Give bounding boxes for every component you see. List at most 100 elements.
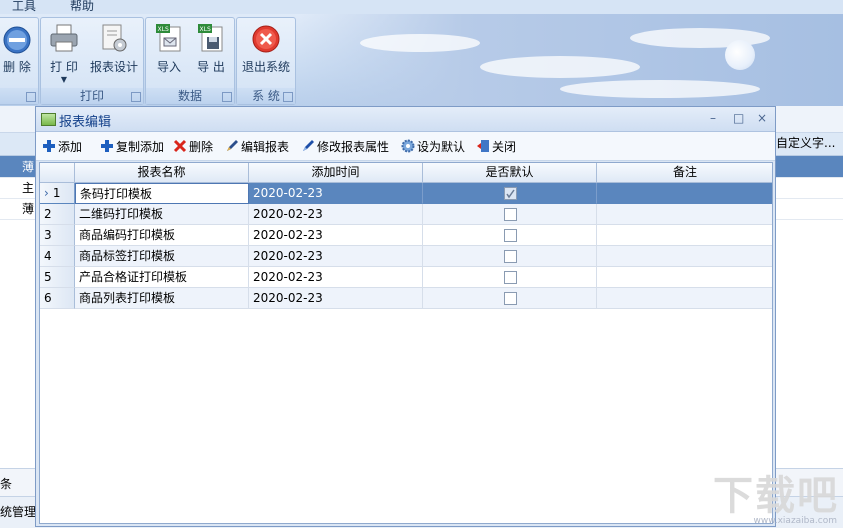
import-button[interactable]: XLS 导入 xyxy=(150,22,188,75)
add-time-cell[interactable]: 2020-02-23 xyxy=(249,246,423,267)
watermark-url: www.xiazaiba.com xyxy=(753,516,837,526)
table-row[interactable]: 4 商品标签打印模板 2020-02-23 xyxy=(40,246,772,267)
set-default-button[interactable]: 设为默认 xyxy=(401,138,465,156)
pen-blue-icon xyxy=(301,139,315,153)
ribbon-group-label: 数据 xyxy=(146,88,234,104)
default-checkbox[interactable] xyxy=(504,292,517,305)
table-row[interactable]: 6 商品列表打印模板 2020-02-23 xyxy=(40,288,772,309)
minus-circle-icon xyxy=(2,22,32,54)
dialog-toolbar: 添加 复制添加 删除 编辑报表 修改报表属性 设为默认 关闭 xyxy=(36,132,775,161)
note-cell[interactable] xyxy=(597,183,772,204)
report-design-button[interactable]: 报表设计 xyxy=(88,22,140,75)
close-icon[interactable]: × xyxy=(757,111,767,125)
dialog-title: 报表编辑 xyxy=(59,115,112,130)
table-row[interactable]: 5 产品合格证打印模板 2020-02-23 xyxy=(40,267,772,288)
table-row[interactable]: › 1 条码打印模板 2020-02-23 xyxy=(40,183,772,204)
plus-icon xyxy=(42,139,56,153)
default-checkbox[interactable] xyxy=(504,229,517,242)
dropdown-arrow-icon: ▼ xyxy=(60,75,68,84)
dialog-titlebar[interactable]: 报表编辑 – □ × xyxy=(36,107,775,132)
door-exit-icon xyxy=(476,139,490,153)
group-launcher[interactable] xyxy=(222,92,232,102)
ribbon-group-system: 退出系统 系 统 xyxy=(236,17,296,105)
table-row[interactable]: 3 商品编码打印模板 2020-02-23 xyxy=(40,225,772,246)
gear-icon xyxy=(401,139,415,153)
report-design-icon xyxy=(99,22,129,54)
close-button[interactable]: 关闭 xyxy=(476,138,516,156)
is-default-cell[interactable] xyxy=(423,267,597,288)
default-checkbox[interactable] xyxy=(504,250,517,263)
svg-text:XLS: XLS xyxy=(200,26,211,33)
note-cell[interactable] xyxy=(597,204,772,225)
add-time-cell[interactable]: 2020-02-23 xyxy=(249,204,423,225)
add-time-cell[interactable]: 2020-02-23 xyxy=(249,288,423,309)
is-default-cell[interactable] xyxy=(423,183,597,204)
report-name-cell[interactable]: 商品标签打印模板 xyxy=(75,246,249,267)
row-number-cell[interactable]: 5 xyxy=(40,267,75,288)
delete-x-icon xyxy=(173,139,187,153)
add-time-cell[interactable]: 2020-02-23 xyxy=(249,267,423,288)
default-checkbox[interactable] xyxy=(504,271,517,284)
add-button[interactable]: 添加 xyxy=(42,138,82,156)
row-indicator-header xyxy=(40,163,75,183)
column-header-report-name[interactable]: 报表名称 xyxy=(75,163,249,183)
row-number-cell[interactable]: 3 xyxy=(40,225,75,246)
delete-button[interactable]: 删除 xyxy=(173,138,213,156)
copy-add-button[interactable]: 复制添加 xyxy=(100,138,164,156)
print-button[interactable]: 打 印 ▼ xyxy=(45,22,83,84)
report-name-cell[interactable]: 商品列表打印模板 xyxy=(75,288,249,309)
row-number-cell[interactable]: 6 xyxy=(40,288,75,309)
default-checkbox-checked[interactable] xyxy=(504,187,517,200)
row-number-cell[interactable]: 4 xyxy=(40,246,75,267)
note-cell[interactable] xyxy=(597,225,772,246)
column-header-is-default[interactable]: 是否默认 xyxy=(423,163,597,183)
xls-import-icon: XLS xyxy=(154,22,184,54)
modify-report-properties-button[interactable]: 修改报表属性 xyxy=(301,138,389,156)
add-time-cell[interactable]: 2020-02-23 xyxy=(249,225,423,246)
pen-icon xyxy=(225,139,239,153)
report-name-cell[interactable]: 产品合格证打印模板 xyxy=(75,267,249,288)
column-header-note[interactable]: 备注 xyxy=(597,163,772,183)
menu-tools[interactable]: 工具 xyxy=(12,0,36,14)
report-edit-dialog: 报表编辑 – □ × 添加 复制添加 删除 编辑报表 修改报表属性 设为默认 关… xyxy=(35,106,776,527)
svg-text:XLS: XLS xyxy=(158,26,169,33)
group-launcher[interactable] xyxy=(283,92,293,102)
report-name-cell[interactable]: 二维码打印模板 xyxy=(75,204,249,225)
group-launcher[interactable] xyxy=(26,92,36,102)
exit-system-button[interactable]: 退出系统 xyxy=(239,22,293,75)
note-cell[interactable] xyxy=(597,288,772,309)
ribbon-group-print: 打 印 ▼ 报表设计 打印 xyxy=(40,17,144,105)
row-pointer-icon: › xyxy=(44,186,49,200)
ribbon-decoration xyxy=(300,14,843,106)
report-grid: 报表名称 添加时间 是否默认 备注 › 1 条码打印模板 2020-02-23 2 二维码… xyxy=(39,162,773,524)
edit-report-button[interactable]: 编辑报表 xyxy=(225,138,289,156)
default-checkbox[interactable] xyxy=(504,208,517,221)
group-launcher[interactable] xyxy=(131,92,141,102)
note-cell[interactable] xyxy=(597,246,772,267)
is-default-cell[interactable] xyxy=(423,225,597,246)
moon-decoration xyxy=(725,40,755,70)
export-button[interactable]: XLS 导 出 xyxy=(192,22,230,75)
background-column-header[interactable]: 自定义字... xyxy=(776,134,835,151)
is-default-cell[interactable] xyxy=(423,246,597,267)
watermark-logo: 下载吧 xyxy=(713,473,839,519)
note-cell[interactable] xyxy=(597,267,772,288)
row-number-cell[interactable]: › 1 xyxy=(40,183,75,204)
is-default-cell[interactable] xyxy=(423,204,597,225)
minimize-icon[interactable]: – xyxy=(710,111,716,125)
row-number-cell[interactable]: 2 xyxy=(40,204,75,225)
ribbon-group-edit: 删 除 xyxy=(0,17,39,105)
report-name-cell[interactable]: 商品编码打印模板 xyxy=(75,225,249,246)
table-row[interactable]: 2 二维码打印模板 2020-02-23 xyxy=(40,204,772,225)
exit-icon xyxy=(251,22,281,54)
printer-icon xyxy=(49,22,79,54)
delete-button[interactable]: 删 除 xyxy=(0,22,35,75)
report-name-cell[interactable]: 条码打印模板 xyxy=(75,183,249,204)
add-time-cell[interactable]: 2020-02-23 xyxy=(249,183,423,204)
maximize-icon[interactable]: □ xyxy=(733,111,744,125)
menu-help[interactable]: 帮助 xyxy=(70,0,94,14)
ribbon-group-label: 打印 xyxy=(41,88,143,104)
is-default-cell[interactable] xyxy=(423,288,597,309)
ribbon-group-data: XLS 导入 XLS 导 出 数据 xyxy=(145,17,235,105)
column-header-add-time[interactable]: 添加时间 xyxy=(249,163,423,183)
